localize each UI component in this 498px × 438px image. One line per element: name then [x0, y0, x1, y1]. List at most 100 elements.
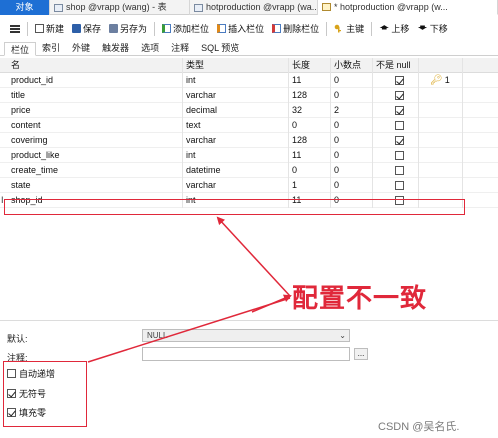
not-null-checkbox[interactable] [395, 76, 404, 85]
field-row[interactable]: price decimal 32 2 [0, 103, 498, 118]
column-header-not-null[interactable]: 不是 null [373, 58, 419, 73]
toolbar-divider [371, 21, 373, 36]
primary-key-order: 1 [444, 75, 450, 85]
field-row[interactable]: product_like int 11 0 [0, 148, 498, 163]
field-name-cell[interactable]: product_like [8, 148, 183, 163]
toolbar-divider [326, 21, 328, 36]
not-null-checkbox[interactable] [395, 106, 404, 115]
column-header-type[interactable]: 类型 [183, 58, 289, 73]
field-decimals-cell[interactable]: 0 [331, 163, 373, 178]
subtab-sql-preview[interactable]: SQL 预览 [195, 41, 245, 55]
move-up-button[interactable]: 🡁 上移 [375, 20, 413, 38]
field-decimals-cell[interactable]: 0 [331, 73, 373, 88]
field-decimals-cell[interactable]: 0 [331, 178, 373, 193]
field-type-cell[interactable]: decimal [183, 103, 289, 118]
fields-grid: 名 类型 长度 小数点 不是 null product_id int 11 0 🔑︎ 1 t… [0, 58, 498, 208]
shop-id-highlight-box [4, 199, 465, 215]
not-null-checkbox[interactable] [395, 151, 404, 160]
not-null-checkbox[interactable] [395, 121, 404, 130]
field-not-null-cell[interactable] [373, 133, 419, 148]
subtab-foreign-keys[interactable]: 外键 [66, 41, 96, 55]
field-length-cell[interactable]: 11 [289, 148, 331, 163]
field-row[interactable]: coverimg varchar 128 0 [0, 133, 498, 148]
field-decimals-cell[interactable]: 0 [331, 148, 373, 163]
field-decimals-cell[interactable]: 0 [331, 133, 373, 148]
field-type-cell[interactable]: varchar [183, 133, 289, 148]
field-not-null-cell[interactable] [373, 148, 419, 163]
insert-field-button[interactable]: 插入栏位 [213, 20, 268, 38]
field-not-null-cell[interactable] [373, 73, 419, 88]
field-not-null-cell[interactable] [373, 178, 419, 193]
field-not-null-cell[interactable] [373, 163, 419, 178]
subtab-options[interactable]: 选项 [135, 41, 165, 55]
column-header-length[interactable]: 长度 [289, 58, 331, 73]
new-button-label: 新建 [46, 24, 65, 34]
field-name-cell[interactable]: coverimg [8, 133, 183, 148]
field-type-cell[interactable]: int [183, 73, 289, 88]
field-type-cell[interactable]: datetime [183, 163, 289, 178]
field-row[interactable]: content text 0 0 [0, 118, 498, 133]
add-field-icon [162, 24, 172, 33]
field-length-cell[interactable]: 32 [289, 103, 331, 118]
field-type-cell[interactable]: varchar [183, 178, 289, 193]
tab-hotproduction[interactable]: hotproduction @vrapp (wa... [190, 0, 318, 15]
save-button[interactable]: 保存 [68, 20, 105, 38]
field-length-cell[interactable]: 0 [289, 163, 331, 178]
field-length-cell[interactable]: 0 [289, 118, 331, 133]
field-type-cell[interactable]: varchar [183, 88, 289, 103]
subtab-triggers[interactable]: 触发器 [96, 41, 135, 55]
field-length-cell[interactable]: 128 [289, 88, 331, 103]
field-row[interactable]: product_id int 11 0 🔑︎ 1 [0, 73, 498, 88]
move-down-button[interactable]: 🡃 下移 [413, 20, 451, 38]
comment-ellipsis-button[interactable]: ... [354, 348, 368, 360]
tab-objects[interactable]: 对象 [0, 0, 50, 15]
field-key-cell [419, 163, 463, 178]
comment-input[interactable] [142, 347, 350, 361]
delete-field-button[interactable]: 删除栏位 [268, 20, 323, 38]
field-name-cell[interactable]: title [8, 88, 183, 103]
field-row[interactable]: state varchar 1 0 [0, 178, 498, 193]
not-null-checkbox[interactable] [395, 181, 404, 190]
field-length-cell[interactable]: 1 [289, 178, 331, 193]
new-file-icon [35, 24, 44, 33]
field-name-cell[interactable]: price [8, 103, 183, 118]
tab-hotproduction-design[interactable]: * hotproduction @vrapp (w... [318, 0, 498, 15]
not-null-checkbox[interactable] [395, 91, 404, 100]
field-length-cell[interactable]: 11 [289, 73, 331, 88]
tab-shop-table[interactable]: shop @vrapp (wang) - 表 [50, 0, 190, 15]
field-decimals-cell[interactable]: 0 [331, 118, 373, 133]
not-null-checkbox[interactable] [395, 166, 404, 175]
subtab-indexes[interactable]: 索引 [36, 41, 66, 55]
arrow-up-icon: 🡁 [379, 22, 390, 34]
not-null-checkbox[interactable] [395, 136, 404, 145]
field-name-cell[interactable]: create_time [8, 163, 183, 178]
field-type-cell[interactable]: text [183, 118, 289, 133]
field-name-cell[interactable]: state [8, 178, 183, 193]
move-up-button-label: 上移 [391, 24, 410, 34]
field-not-null-cell[interactable] [373, 118, 419, 133]
field-name-cell[interactable]: content [8, 118, 183, 133]
menu-button[interactable] [6, 20, 24, 38]
save-as-button[interactable]: 另存为 [105, 20, 151, 38]
column-header-name[interactable]: 名 [8, 58, 183, 73]
default-value-select[interactable]: NULL ⌄ [142, 329, 350, 342]
field-row[interactable]: title varchar 128 0 [0, 88, 498, 103]
field-name-cell[interactable]: product_id [8, 73, 183, 88]
insert-field-button-label: 插入栏位 [228, 24, 265, 34]
field-decimals-cell[interactable]: 0 [331, 88, 373, 103]
new-button[interactable]: 新建 [31, 20, 68, 38]
field-decimals-cell[interactable]: 2 [331, 103, 373, 118]
delete-field-icon [272, 24, 282, 33]
field-key-cell [419, 148, 463, 163]
field-not-null-cell[interactable] [373, 103, 419, 118]
primary-key-button[interactable]: 主键 [330, 20, 368, 38]
add-field-button[interactable]: 添加栏位 [158, 20, 213, 38]
subtab-comment[interactable]: 注释 [165, 41, 195, 55]
key-icon [334, 24, 342, 33]
field-length-cell[interactable]: 128 [289, 133, 331, 148]
field-type-cell[interactable]: int [183, 148, 289, 163]
field-row[interactable]: create_time datetime 0 0 [0, 163, 498, 178]
subtab-fields[interactable]: 栏位 [4, 42, 37, 56]
column-header-decimals[interactable]: 小数点 [331, 58, 373, 73]
field-not-null-cell[interactable] [373, 88, 419, 103]
